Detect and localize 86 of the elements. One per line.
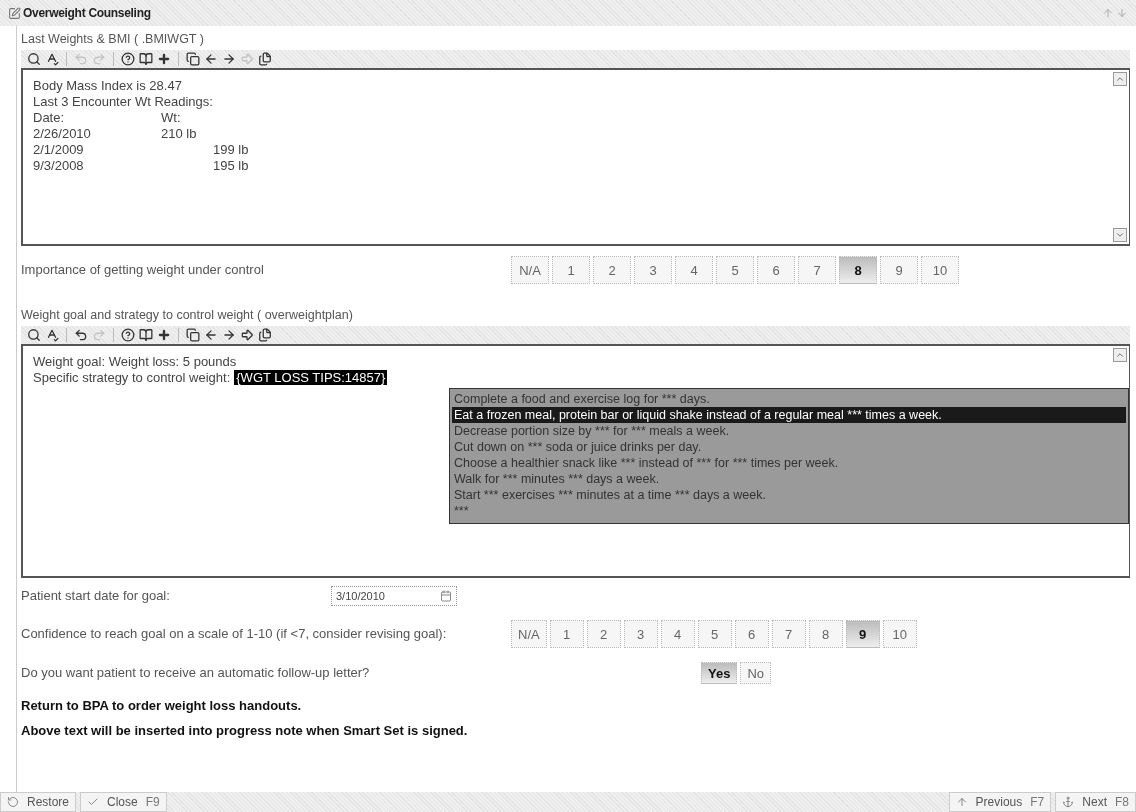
rating-option[interactable]: 1 bbox=[552, 256, 590, 284]
text-line: Weight goal: Weight loss: 5 pounds bbox=[33, 354, 238, 370]
edit-icon bbox=[8, 6, 21, 20]
rating-option[interactable]: 4 bbox=[660, 620, 695, 648]
dropdown-item[interactable]: Cut down on *** soda or juice drinks per day. bbox=[452, 439, 1126, 455]
arrow-right-icon[interactable] bbox=[222, 328, 236, 342]
table-cell-text: 2/1/2009 bbox=[33, 142, 85, 158]
book-icon[interactable] bbox=[139, 52, 153, 66]
rating-option[interactable]: 3 bbox=[623, 620, 658, 648]
bold-arrow-right-icon[interactable] bbox=[240, 328, 254, 342]
rating-option[interactable]: 8 bbox=[808, 620, 843, 648]
close-button[interactable]: Close F9 bbox=[80, 792, 167, 812]
arrow-up-icon bbox=[955, 796, 968, 808]
note-text: Above text will be inserted into progress note when Smart Set is signed. bbox=[21, 722, 469, 740]
smart-list-token[interactable]: {WGT LOSS TIPS:14857} bbox=[234, 370, 388, 385]
rating-option[interactable]: 10 bbox=[921, 256, 959, 284]
search-icon[interactable] bbox=[27, 52, 41, 66]
text-area[interactable] bbox=[21, 344, 1130, 578]
rating-option[interactable]: N/A bbox=[511, 620, 547, 648]
table-cell-text: 2/26/2010 bbox=[33, 126, 92, 142]
rating-option[interactable]: 3 bbox=[634, 256, 672, 284]
choice-option[interactable]: Yes bbox=[701, 662, 738, 684]
arrow-left-icon[interactable] bbox=[204, 328, 218, 342]
rating-option[interactable]: 7 bbox=[798, 256, 836, 284]
help-icon[interactable] bbox=[121, 328, 135, 342]
question-label: Confidence to reach goal on a scale of 1-10 (if <7, consider revising goal): bbox=[21, 626, 448, 642]
text-line: Last 3 Encounter Wt Readings: bbox=[33, 94, 214, 110]
plus-icon[interactable] bbox=[157, 52, 171, 66]
help-icon[interactable] bbox=[121, 52, 135, 66]
undo-icon bbox=[7, 796, 19, 808]
rating-option[interactable]: 10 bbox=[882, 620, 917, 648]
dropdown-item[interactable]: Walk for *** minutes *** days a week. bbox=[452, 471, 1126, 487]
rating-option[interactable]: 6 bbox=[757, 256, 795, 284]
rating-option[interactable]: 9 bbox=[880, 256, 918, 284]
text-line: Body Mass Index is 28.47 bbox=[33, 78, 183, 94]
table-cell-text: 210 lb bbox=[161, 126, 198, 142]
copy-icon[interactable] bbox=[186, 52, 200, 66]
dropdown-item[interactable]: Start *** exercises *** minutes at a time *** days a week. bbox=[452, 487, 1126, 503]
arrow-right-icon[interactable] bbox=[222, 52, 236, 66]
dropdown-item[interactable]: Choose a healthier snack like *** instead of *** for *** times per week. bbox=[452, 455, 1126, 471]
check-icon bbox=[87, 796, 100, 808]
rating-option[interactable]: 4 bbox=[675, 256, 713, 284]
section-label: Last Weights & BMI ( .BMIWGT ) bbox=[21, 31, 205, 48]
pages-icon[interactable] bbox=[258, 52, 272, 66]
question-label: Patient start date for goal: bbox=[21, 588, 171, 604]
question-label: Importance of getting weight under control bbox=[21, 262, 265, 278]
dropdown-item[interactable]: Decrease portion size by *** for *** meals a week. bbox=[452, 423, 1126, 439]
restore-button[interactable]: Restore bbox=[0, 792, 77, 812]
rating-option[interactable]: 5 bbox=[697, 620, 732, 648]
rating-option[interactable]: 2 bbox=[586, 620, 621, 648]
rating-option[interactable]: 1 bbox=[549, 620, 584, 648]
dropdown-item[interactable]: Eat a frozen meal, protein bar or liquid shake instead of a regular meal *** times a week. bbox=[452, 407, 1126, 423]
plus-icon[interactable] bbox=[157, 328, 171, 342]
pages-icon[interactable] bbox=[258, 328, 272, 342]
table-cell-text: 195 lb bbox=[213, 158, 250, 174]
next-button[interactable]: Next F8 bbox=[1055, 792, 1136, 812]
column-header: Wt: bbox=[161, 110, 182, 126]
choice-option[interactable]: No bbox=[740, 662, 772, 684]
arrow-left-icon[interactable] bbox=[204, 52, 218, 66]
rating-option[interactable]: 5 bbox=[716, 256, 754, 284]
note-text: Return to BPA to order weight loss handouts. bbox=[21, 697, 303, 715]
spellcheck-icon[interactable] bbox=[45, 328, 59, 342]
search-icon[interactable] bbox=[27, 328, 41, 342]
table-cell-text: 199 lb bbox=[213, 142, 250, 158]
rating-option[interactable]: 2 bbox=[593, 256, 631, 284]
undo-icon[interactable] bbox=[74, 328, 88, 342]
book-icon[interactable] bbox=[139, 328, 153, 342]
dropdown-item[interactable]: Complete a food and exercise log for *** days. bbox=[452, 391, 1126, 407]
window-title: Overweight Counseling bbox=[23, 6, 151, 20]
rating-option[interactable]: 9 bbox=[845, 620, 880, 648]
calendar-icon[interactable] bbox=[440, 590, 452, 602]
section-label: Weight goal and strategy to control weight ( overweightplan) bbox=[21, 307, 354, 324]
column-header: Date: bbox=[33, 110, 66, 126]
rating-option[interactable]: 7 bbox=[771, 620, 806, 648]
copy-icon[interactable] bbox=[186, 328, 200, 342]
previous-button[interactable]: Previous F7 bbox=[948, 792, 1052, 812]
rating-option[interactable]: 6 bbox=[734, 620, 769, 648]
question-label: Do you want patient to receive an automatic follow-up letter? bbox=[21, 665, 371, 681]
rating-option[interactable]: N/A bbox=[511, 256, 549, 284]
spellcheck-icon[interactable] bbox=[45, 52, 59, 66]
anchor-icon bbox=[1062, 796, 1075, 808]
text-line: Specific strategy to control weight: bbox=[33, 370, 231, 385]
date-field[interactable]: 3/10/2010 bbox=[331, 586, 457, 606]
rating-option[interactable]: 8 bbox=[839, 256, 877, 284]
table-cell-text: 9/3/2008 bbox=[33, 158, 85, 174]
dropdown-item[interactable]: *** bbox=[452, 503, 1126, 519]
